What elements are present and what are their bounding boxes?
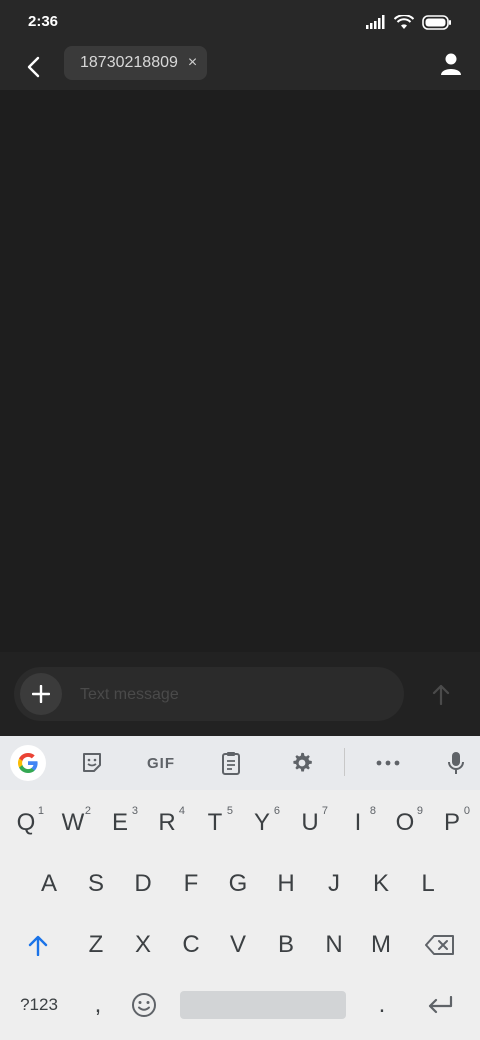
backspace-key[interactable]: [418, 921, 462, 969]
key-a[interactable]: A: [27, 860, 71, 908]
key-x[interactable]: X: [121, 921, 165, 969]
space-key[interactable]: [180, 991, 346, 1019]
toolbar-divider: [344, 748, 345, 776]
key-r[interactable]: R4: [145, 799, 189, 847]
enter-key[interactable]: [418, 981, 462, 1029]
status-time: 2:36: [28, 13, 59, 30]
wifi-icon: [394, 14, 414, 29]
plus-icon: [32, 685, 50, 703]
contact-icon: [441, 53, 461, 75]
shift-icon: [28, 935, 48, 956]
signal-icon: [366, 15, 385, 29]
keyboard: GIF Q 1 W 2 E 3 R 4 T 5 Y 6 U 7 I 8 O 9 …: [0, 736, 480, 1040]
enter-icon: [428, 996, 453, 1014]
settings-button[interactable]: [284, 745, 320, 781]
backspace-icon: [425, 935, 454, 955]
message-input[interactable]: [78, 682, 392, 708]
emoji-icon: [132, 993, 156, 1017]
keyboard-toolbar: GIF: [0, 736, 480, 790]
gif-button[interactable]: GIF: [136, 745, 186, 781]
message-input-container: [14, 667, 404, 721]
mic-icon: [448, 752, 464, 774]
conversation-header: 18730218809 ×: [0, 44, 480, 90]
back-arrow-icon: [27, 56, 40, 78]
send-button[interactable]: [428, 681, 454, 707]
clipboard-button[interactable]: [213, 745, 249, 781]
symbols-key[interactable]: ?123: [14, 981, 64, 1029]
key-t[interactable]: T5: [193, 799, 237, 847]
gif-label: GIF: [147, 754, 175, 772]
key-p[interactable]: P0: [430, 799, 474, 847]
key-d[interactable]: D: [121, 860, 165, 908]
key-h[interactable]: H: [264, 860, 308, 908]
key-c[interactable]: C: [169, 921, 213, 969]
key-v[interactable]: V: [216, 921, 260, 969]
emoji-key[interactable]: [122, 981, 166, 1029]
sticker-icon: [83, 753, 101, 772]
key-j[interactable]: J: [312, 860, 356, 908]
voice-input-button[interactable]: [438, 745, 474, 781]
key-m[interactable]: M: [359, 921, 403, 969]
recipient-number: 18730218809: [80, 54, 178, 71]
comma-key[interactable]: ,: [76, 981, 120, 1029]
key-z[interactable]: Z: [74, 921, 118, 969]
gear-icon: [293, 752, 312, 772]
composer-bar: [0, 652, 480, 736]
more-button[interactable]: [370, 745, 406, 781]
key-l[interactable]: L: [406, 860, 450, 908]
key-i[interactable]: I8: [336, 799, 380, 847]
key-g[interactable]: G: [216, 860, 260, 908]
key-f[interactable]: F: [169, 860, 213, 908]
message-thread: [0, 90, 480, 652]
key-e[interactable]: E3: [98, 799, 142, 847]
clipboard-icon: [222, 752, 240, 775]
attach-button[interactable]: [20, 673, 62, 715]
send-arrow-icon: [432, 684, 450, 705]
key-b[interactable]: B: [264, 921, 308, 969]
google-search-button[interactable]: [10, 745, 46, 781]
recipient-chip[interactable]: 18730218809 ×: [64, 46, 208, 80]
period-key[interactable]: .: [360, 981, 404, 1029]
key-k[interactable]: K: [359, 860, 403, 908]
contact-button[interactable]: [436, 49, 466, 79]
key-o[interactable]: O9: [383, 799, 427, 847]
remove-recipient-button[interactable]: ×: [188, 55, 197, 71]
key-s[interactable]: S: [74, 860, 118, 908]
google-icon: [18, 753, 38, 773]
more-icon: [376, 760, 400, 766]
key-y[interactable]: Y6: [240, 799, 284, 847]
shift-key[interactable]: [16, 921, 60, 969]
status-bar: 2:36: [0, 0, 480, 44]
back-button[interactable]: [18, 50, 48, 84]
status-icons: [366, 13, 452, 31]
key-w[interactable]: W2: [51, 799, 95, 847]
sticker-button[interactable]: [74, 745, 110, 781]
battery-icon: [422, 14, 451, 30]
key-q[interactable]: Q1: [4, 799, 48, 847]
key-u[interactable]: U7: [288, 799, 332, 847]
key-n[interactable]: N: [312, 921, 356, 969]
